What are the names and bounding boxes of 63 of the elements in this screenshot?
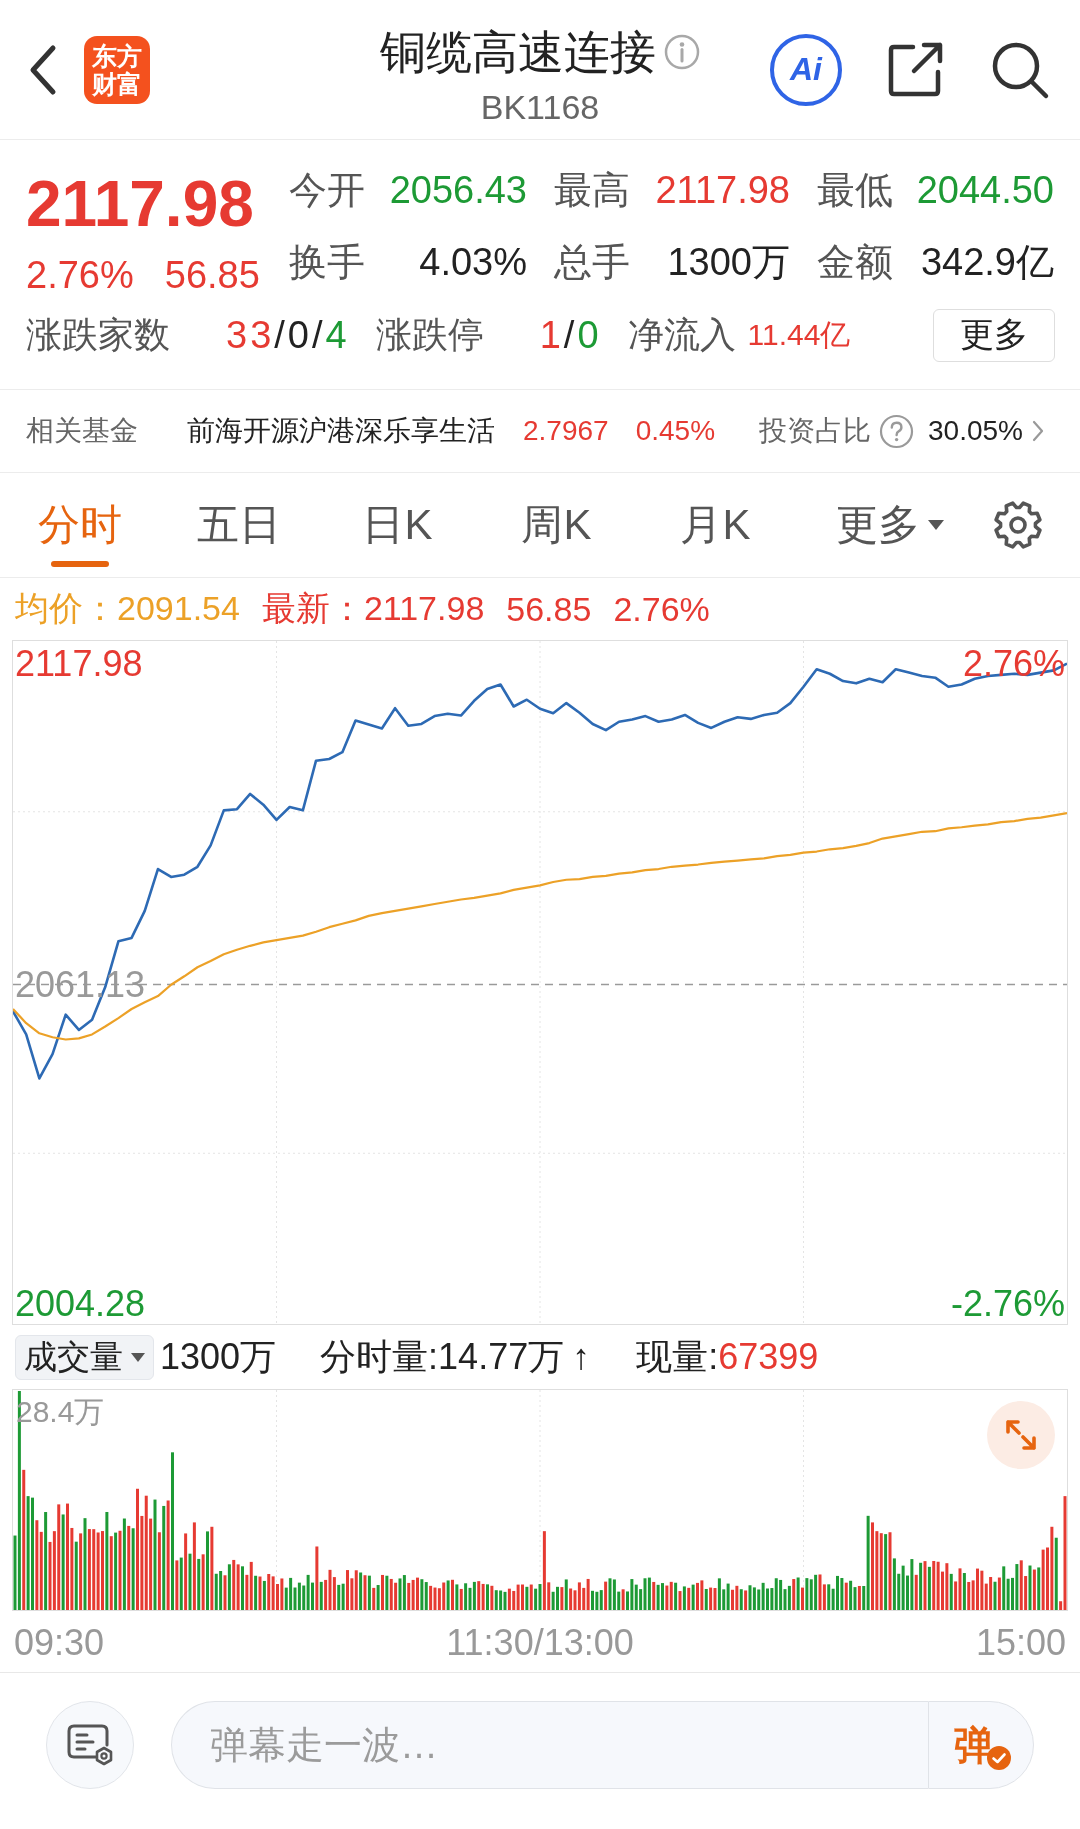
stat-label: 今开 (289, 167, 365, 213)
question-circle-icon[interactable] (879, 413, 915, 449)
legend-text: 最新：2117.98 (261, 588, 485, 629)
caret-icon (131, 1352, 145, 1362)
chart-tab[interactable]: 月K (636, 473, 795, 577)
stat-value: 342.9亿 (920, 239, 1054, 285)
current-volume-label: 现量: (636, 1334, 719, 1379)
percent-axis-label: 2.76% (962, 643, 1065, 684)
legend-text: 2.76% (613, 589, 710, 629)
board-code: BK1168 (480, 87, 600, 128)
time-axis-label: 11:30/13:00 (446, 1623, 634, 1663)
stat-label: 换手 (289, 239, 365, 285)
time-axis-label: 15:00 (975, 1623, 1066, 1663)
comment-field[interactable]: 弹幕走一波… (171, 1701, 928, 1789)
y-axis-label: 2117.98 (15, 643, 143, 684)
stat-value: 2056.43 (389, 168, 527, 212)
fund-change: 0.45% (635, 415, 716, 447)
ratio-label: 投资占比 (759, 414, 872, 448)
breadth-value: 11.44亿 (747, 316, 851, 353)
stat-value: 2117.98 (655, 168, 790, 212)
volume-selector[interactable]: 成交量 (15, 1334, 154, 1380)
percent-axis-label: -2.76% (950, 1284, 1065, 1324)
stat-label: 总手 (554, 239, 630, 285)
y-axis-label: 2004.28 (15, 1284, 146, 1324)
more-dropdown[interactable]: 更多 (795, 473, 985, 577)
stat-label: 最高 (554, 167, 630, 213)
last-price: 2117.98 (26, 167, 255, 242)
legend-text: 均价：2091.54 (15, 588, 240, 629)
fund-label: 相关基金 (26, 414, 138, 448)
ratio-value: 30.05% (928, 415, 1023, 447)
current-volume-value: 67399 (718, 1336, 819, 1378)
chart-tab[interactable]: 五日 (159, 473, 318, 577)
page-title: 铜缆高速连接 (380, 25, 656, 79)
card-gear-icon (66, 1723, 114, 1767)
change-percent: 2.76% (26, 253, 134, 298)
interval-volume: 分时量:14.77万 (320, 1334, 565, 1379)
trend-arrow: ↑ (572, 1336, 591, 1378)
ai-assistant-button[interactable]: Ai (770, 33, 842, 106)
stat-value: 4.03% (419, 240, 527, 284)
breadth-label: 净流入 (627, 312, 736, 357)
chevron-left-icon[interactable] (28, 43, 58, 96)
stat-label: 最低 (817, 167, 893, 213)
fund-name[interactable]: 前海开源沪港深乐享生活 (187, 412, 495, 450)
settings-icon[interactable] (993, 500, 1043, 550)
chart-tab[interactable]: 日K (318, 473, 477, 577)
legend-text: 56.85 (506, 589, 592, 629)
chart-tab[interactable]: 周K (477, 473, 636, 577)
more-button[interactable]: 更多 (933, 308, 1055, 362)
fund-price: 2.7967 (523, 415, 609, 447)
stat-value: 1300万 (667, 239, 790, 285)
volume-total: 1300万 (160, 1334, 277, 1379)
stat-label: 金额 (817, 239, 893, 285)
breadth-value: 33/0/4 (226, 313, 350, 357)
app-logo: 东方财富 (84, 35, 150, 104)
caret-icon (928, 520, 944, 530)
breadth-label: 涨跌家数 (26, 312, 170, 357)
change-amount: 56.85 (164, 253, 260, 298)
chevron-right-icon[interactable] (1032, 420, 1044, 442)
breadth-label: 涨跌停 (375, 312, 484, 357)
expand-icon[interactable] (987, 1401, 1055, 1469)
time-axis-label: 09:30 (14, 1623, 105, 1663)
breadth-value: 1/0 (539, 313, 602, 357)
stat-value: 2044.50 (916, 168, 1054, 212)
